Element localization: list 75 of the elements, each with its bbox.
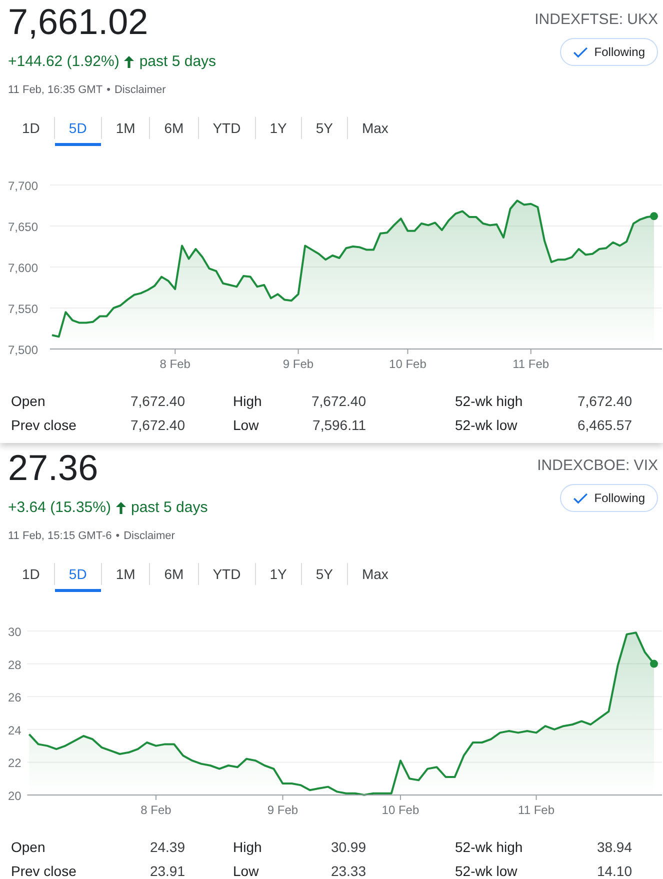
range-tab[interactable]: 5Y — [302, 556, 347, 592]
stat-value: 14.10 — [596, 863, 632, 879]
y-axis-label: 26 — [8, 690, 22, 705]
stat-value: 7,596.11 — [312, 417, 366, 433]
change-amount: +144.62 (1.92%) — [8, 52, 120, 72]
following-button[interactable]: Following — [560, 484, 658, 512]
range-tab[interactable]: 1M — [102, 110, 150, 146]
stat-label: 52-wk high — [455, 393, 523, 409]
range-tab[interactable]: YTD — [198, 556, 255, 592]
y-axis-label: 7,500 — [8, 343, 38, 357]
stat-label: 52-wk low — [455, 863, 518, 879]
stat-label: 52-wk low — [455, 417, 518, 433]
y-axis-label: 28 — [8, 658, 22, 672]
x-axis-label: 10 Feb — [389, 357, 426, 371]
stat-value: 23.33 — [330, 863, 366, 879]
y-axis-label: 7,550 — [8, 302, 38, 316]
change-period: past 5 days — [139, 52, 216, 72]
price-value: 7,661.02 — [8, 0, 148, 44]
stat-label: Open — [11, 839, 46, 855]
stat-label: Prev close — [11, 863, 76, 879]
y-axis-label: 22 — [8, 756, 22, 770]
disclaimer-link[interactable]: Disclaimer — [124, 528, 175, 544]
range-tab[interactable]: 1D — [8, 556, 54, 592]
stat-value: 30.99 — [330, 839, 366, 855]
range-tab[interactable]: Max — [348, 110, 402, 146]
x-axis-label: 9 Feb — [267, 803, 298, 817]
x-axis-label: 9 Feb — [282, 357, 314, 371]
timestamp: 11 Feb, 16:35 GMT — [8, 83, 103, 98]
y-axis-label: 7,650 — [8, 220, 38, 234]
stat-label: Open — [11, 393, 46, 409]
y-axis-label: 24 — [8, 723, 22, 738]
separator-dot: • — [106, 83, 110, 98]
y-axis-label: 30 — [8, 625, 22, 639]
range-tab[interactable]: 1Y — [256, 556, 301, 592]
stat-value: 7,672.40 — [130, 393, 185, 409]
stat-value: 38.94 — [596, 839, 632, 855]
range-tab[interactable]: YTD — [198, 110, 255, 146]
x-axis-label: 10 Feb — [382, 803, 420, 817]
y-axis-label: 7,600 — [8, 261, 38, 275]
stat-label: High — [233, 839, 262, 855]
following-button[interactable]: Following — [560, 38, 658, 66]
range-tab[interactable]: 1Y — [256, 110, 301, 146]
range-tab[interactable]: 5Y — [302, 110, 347, 146]
stat-label: Low — [233, 863, 259, 879]
stat-value: 7,672.40 — [578, 393, 632, 409]
x-axis-label: 11 Feb — [512, 357, 550, 371]
x-axis-label: 11 Feb — [518, 803, 555, 817]
stat-value: 6,465.57 — [578, 417, 632, 433]
stat-value: 7,672.40 — [130, 417, 185, 433]
ticker-symbol: INDEXFTSE: UKX — [534, 10, 658, 30]
range-tab[interactable]: 6M — [150, 556, 198, 592]
x-axis-label: 8 Feb — [160, 357, 190, 371]
stat-value: 7,672.40 — [312, 393, 366, 409]
x-axis-label: 8 Feb — [140, 803, 172, 817]
change-period: past 5 days — [131, 498, 208, 518]
ticker-symbol: INDEXCBOE: VIX — [537, 456, 658, 476]
stat-label: Low — [233, 417, 259, 433]
range-tab[interactable]: 1D — [8, 110, 54, 146]
checkmark-icon — [573, 492, 588, 504]
change-amount: +3.64 (15.35%) — [8, 498, 111, 518]
y-axis-label: 7,700 — [8, 179, 38, 193]
stat-value: 24.39 — [150, 839, 185, 855]
disclaimer-link[interactable]: Disclaimer — [114, 82, 166, 98]
stat-value: 23.91 — [150, 863, 185, 879]
stat-label: 52-wk high — [455, 839, 523, 855]
range-tab[interactable]: 6M — [150, 110, 198, 146]
separator-dot: • — [116, 529, 120, 544]
timestamp: 11 Feb, 15:15 GMT-6 — [8, 529, 112, 544]
range-tab[interactable]: 1M — [102, 556, 150, 592]
stat-label: High — [233, 393, 262, 409]
price-value: 27.36 — [8, 446, 98, 490]
checkmark-icon — [573, 46, 588, 58]
y-axis-label: 20 — [8, 789, 22, 803]
range-tab[interactable]: Max — [348, 556, 402, 592]
stat-label: Prev close — [11, 417, 76, 433]
